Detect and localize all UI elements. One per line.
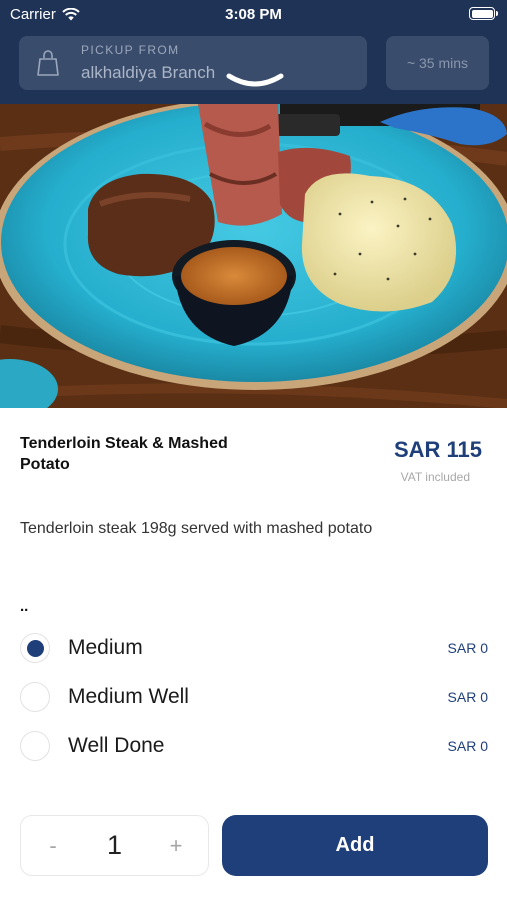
product-price: SAR 115	[393, 437, 482, 462]
increase-quantity-button[interactable]: +	[166, 833, 186, 859]
option-label: Well Done	[68, 734, 165, 757]
option-price: SAR 0	[447, 689, 488, 705]
header-bar: Carrier 3:08 PM PICKUP FROM alkhaldiya B…	[0, 0, 507, 104]
radio-button[interactable]	[20, 682, 50, 712]
radio-dot	[26, 639, 44, 657]
option-price: SAR 0	[447, 640, 488, 656]
add-to-cart-button[interactable]: Add	[222, 815, 488, 876]
option-medium-well[interactable]: Medium Well SAR 0	[20, 680, 488, 714]
product-name: Tenderloin Steak & Mashed Potato	[20, 435, 228, 473]
product-image	[0, 104, 507, 408]
radio-button[interactable]	[20, 731, 50, 761]
quantity-value: 1	[106, 830, 123, 860]
radio-button-selected[interactable]	[20, 633, 50, 663]
decrease-quantity-button[interactable]: -	[43, 833, 63, 859]
battery-icon	[469, 7, 498, 20]
option-medium[interactable]: Medium SAR 0	[20, 631, 488, 665]
pickup-caption: PICKUP FROM	[81, 43, 180, 57]
status-bar: Carrier 3:08 PM	[0, 0, 507, 28]
option-label: Medium Well	[68, 685, 189, 708]
quantity-stepper: - 1 +	[20, 815, 209, 876]
steak-plate-photo	[0, 104, 507, 408]
options-group-title: ..	[20, 598, 29, 615]
vat-note: VAT included	[400, 470, 470, 484]
option-well-done[interactable]: Well Done SAR 0	[20, 729, 488, 763]
chevron-down-icon[interactable]	[225, 70, 285, 90]
option-label: Medium	[68, 636, 143, 659]
pickup-branch-selector[interactable]: PICKUP FROM alkhaldiya Branch	[19, 36, 367, 90]
product-description: Tenderloin steak 198g served with mashed…	[20, 520, 373, 537]
status-time: 3:08 PM	[225, 6, 282, 23]
option-price: SAR 0	[447, 738, 488, 754]
pickup-branch-name: alkhaldiya Branch	[81, 63, 216, 82]
bag-icon	[37, 50, 59, 76]
eta-display[interactable]: ~ 35 mins	[386, 36, 489, 90]
